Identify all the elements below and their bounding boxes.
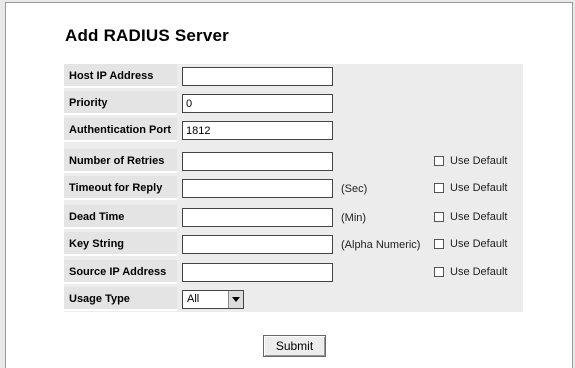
key-string-use-default-label: Use Default [450,238,508,250]
dead-time-label: Dead Time [64,205,177,229]
key-string-label: Key String [64,232,177,256]
source-ip-address-input[interactable] [182,263,333,282]
page-title: Add RADIUS Server [65,26,229,45]
row-key-string: Key String (Alpha Numeric) Use Default [64,232,523,258]
dead-time-use-default-checkbox[interactable] [434,212,444,222]
row-host-ip-address: Host IP Address [64,64,523,90]
radius-server-form: Host IP Address Priority Authentication … [64,64,523,312]
timeout-use-default-label: Use Default [450,182,508,194]
source-ip-address-label: Source IP Address [64,260,177,284]
retries-use-default-label: Use Default [450,155,508,167]
row-priority: Priority [64,91,523,117]
usage-type-value: All [187,293,200,305]
authentication-port-input[interactable] [182,121,333,140]
key-string-use-default-checkbox[interactable] [434,239,444,249]
row-usage-type: Usage Type All [64,287,523,313]
authentication-port-label: Authentication Port [64,118,177,142]
priority-label: Priority [64,91,177,115]
chevron-down-icon[interactable] [228,291,243,308]
submit-button[interactable]: Submit [263,335,326,357]
priority-input[interactable] [182,94,333,113]
host-ip-address-input[interactable] [182,67,333,86]
host-ip-address-label: Host IP Address [64,64,177,88]
usage-type-select[interactable]: All [182,290,244,309]
key-string-input[interactable] [182,235,333,254]
timeout-use-default-checkbox[interactable] [434,183,444,193]
source-ip-use-default-checkbox[interactable] [434,267,444,277]
row-timeout-for-reply: Timeout for Reply (Sec) Use Default [64,176,523,202]
row-source-ip-address: Source IP Address Use Default [64,260,523,286]
retries-use-default-checkbox[interactable] [434,156,444,166]
retries-use-default[interactable]: Use Default [434,155,507,167]
timeout-for-reply-label: Timeout for Reply [64,176,177,200]
row-authentication-port: Authentication Port [64,118,523,144]
timeout-use-default[interactable]: Use Default [434,182,507,194]
row-dead-time: Dead Time (Min) Use Default [64,205,523,231]
row-number-of-retries: Number of Retries Use Default [64,149,523,175]
key-string-unit: (Alpha Numeric) [341,239,421,251]
dead-time-unit: (Min) [341,212,367,224]
dead-time-input[interactable] [182,208,333,227]
dead-time-use-default-label: Use Default [450,211,508,223]
source-ip-use-default-label: Use Default [450,266,508,278]
key-string-use-default[interactable]: Use Default [434,238,507,250]
source-ip-use-default[interactable]: Use Default [434,266,507,278]
usage-type-label: Usage Type [64,287,177,311]
timeout-for-reply-input[interactable] [182,179,333,198]
number-of-retries-label: Number of Retries [64,149,177,173]
timeout-unit: (Sec) [341,183,368,195]
dead-time-use-default[interactable]: Use Default [434,211,507,223]
number-of-retries-input[interactable] [182,152,333,171]
